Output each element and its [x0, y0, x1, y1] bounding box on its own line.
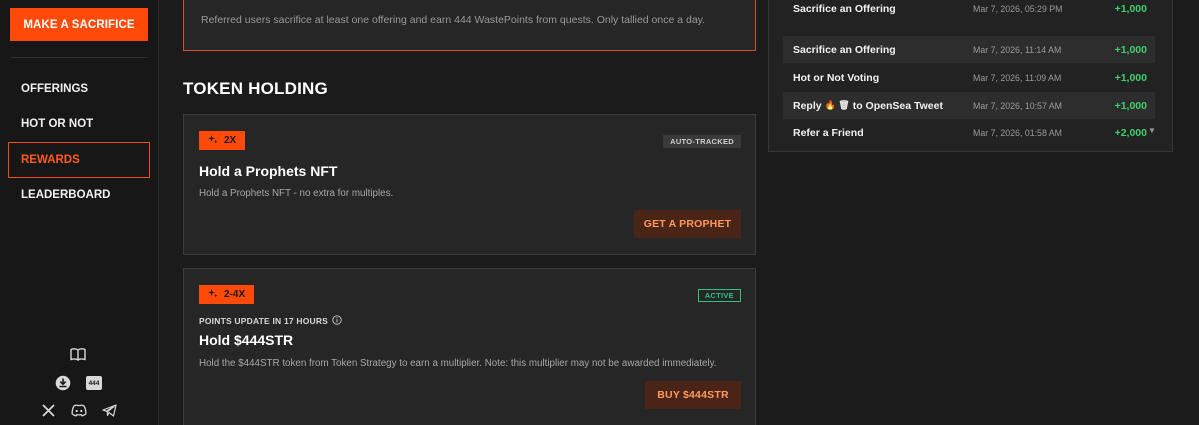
sparkle-icon: [208, 134, 218, 147]
sidebar-item-leaderboard[interactable]: LEADERBOARD: [8, 177, 150, 213]
buy-444str-button[interactable]: BUY $444STR: [645, 381, 741, 409]
card-title: Hold a Prophets NFT: [199, 163, 338, 179]
activity-name: Hot or Not Voting: [793, 71, 880, 84]
activity-name: Sacrifice an Offering: [793, 43, 896, 56]
activity-name: Sacrifice an Offering: [793, 2, 896, 15]
referral-quest-card: Referred users sacrifice at least one of…: [183, 0, 756, 51]
discord-icon[interactable]: [71, 403, 87, 418]
points-update-note: POINTS UPDATE IN 17 HOURS: [199, 315, 342, 327]
activity-date: Mar 7, 2026, 05:29 PM: [973, 3, 1063, 14]
get-a-prophet-button[interactable]: GET A PROPHET: [634, 210, 741, 238]
activity-date: Mar 7, 2026, 01:58 AM: [973, 127, 1062, 138]
sparkle-icon: [208, 288, 218, 301]
scroll-down-icon[interactable]: ▼: [1148, 126, 1156, 135]
activity-row: Hot or Not Voting Mar 7, 2026, 11:09 AM …: [783, 64, 1155, 91]
444-icon[interactable]: 444: [86, 376, 102, 390]
activity-row: Reply 🔥 🗑 to OpenSea Tweet Mar 7, 2026, …: [783, 92, 1155, 119]
activity-name-suffix: to OpenSea Tweet: [852, 99, 943, 112]
sidebar-divider: [10, 57, 148, 58]
multiplier-badge: 2-4X: [199, 285, 255, 304]
points-activity-panel: Sacrifice an Offering Mar 7, 2026, 05:29…: [768, 0, 1173, 152]
activity-name: Reply 🔥 🗑 to OpenSea Tweet: [793, 100, 943, 112]
activity-points: +2,000: [1114, 126, 1147, 139]
sidebar-item-rewards[interactable]: REWARDS: [8, 142, 150, 178]
activity-points: +1,000: [1114, 99, 1147, 112]
telegram-icon[interactable]: [101, 403, 117, 418]
book-icon[interactable]: [70, 347, 86, 361]
hold-444str-card: 2-4X ACTIVE POINTS UPDATE IN 17 HOURS Ho…: [183, 268, 756, 425]
activity-points: +1,000: [1114, 43, 1147, 56]
make-a-sacrifice-button[interactable]: MAKE A SACRIFICE: [10, 8, 148, 41]
activity-row: Refer a Friend Mar 7, 2026, 01:58 AM +2,…: [783, 119, 1155, 146]
activity-row: Sacrifice an Offering Mar 7, 2026, 05:29…: [783, 0, 1155, 22]
activity-points: +1,000: [1114, 2, 1147, 15]
info-icon[interactable]: [332, 315, 342, 327]
activity-date: Mar 7, 2026, 11:09 AM: [973, 72, 1062, 83]
referral-description: Referred users sacrifice at least one of…: [201, 14, 706, 26]
x-icon[interactable]: [41, 403, 56, 418]
prophets-nft-card: 2X AUTO-TRACKED Hold a Prophets NFT Hold…: [183, 114, 756, 255]
sidebar-item-offerings[interactable]: OFFERINGS: [8, 71, 150, 107]
fire-trash-emoji: 🔥 🗑: [824, 100, 850, 110]
444-icon-label: 444: [88, 379, 100, 387]
activity-points: +1,000: [1114, 71, 1147, 84]
sidebar: MAKE A SACRIFICE OFFERINGS HOT OR NOT RE…: [0, 0, 159, 425]
auto-tracked-badge: AUTO-TRACKED: [663, 135, 741, 148]
activity-name-prefix: Reply: [793, 99, 822, 112]
multiplier-label: 2X: [224, 135, 237, 146]
activity-name: Refer a Friend: [793, 126, 864, 139]
activity-row: Sacrifice an Offering Mar 7, 2026, 11:14…: [783, 36, 1155, 63]
sidebar-item-hot-or-not[interactable]: HOT OR NOT: [8, 106, 150, 142]
multiplier-badge: 2X: [199, 131, 246, 150]
card-description: Hold the $444STR token from Token Strate…: [199, 358, 717, 369]
card-description: Hold a Prophets NFT - no extra for multi…: [199, 188, 394, 199]
section-title: TOKEN HOLDING: [183, 79, 328, 98]
activity-date: Mar 7, 2026, 11:14 AM: [973, 44, 1062, 55]
download-icon[interactable]: [55, 375, 71, 391]
multiplier-label: 2-4X: [224, 289, 246, 300]
card-title: Hold $444STR: [199, 332, 294, 348]
active-badge: ACTIVE: [697, 289, 741, 302]
activity-date: Mar 7, 2026, 10:57 AM: [973, 100, 1062, 111]
points-update-label: POINTS UPDATE IN 17 HOURS: [199, 316, 329, 326]
